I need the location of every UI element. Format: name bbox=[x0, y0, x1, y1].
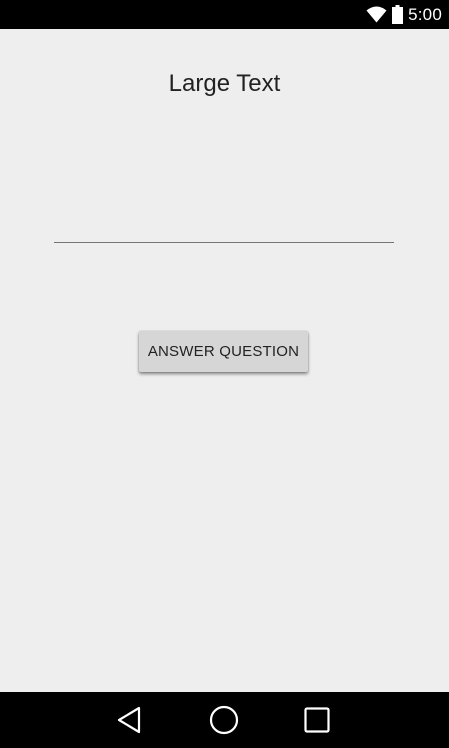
back-icon bbox=[116, 706, 142, 734]
app-content: Large Text ANSWER QUESTION bbox=[0, 29, 449, 692]
status-clock: 5:00 bbox=[408, 4, 442, 24]
battery-icon bbox=[392, 5, 404, 24]
answer-input[interactable] bbox=[54, 209, 394, 243]
recents-icon bbox=[304, 707, 330, 733]
page-title: Large Text bbox=[168, 70, 281, 97]
wifi-icon bbox=[366, 6, 387, 23]
home-button[interactable] bbox=[194, 692, 254, 748]
recents-button[interactable] bbox=[287, 692, 347, 748]
status-icons: 5:00 bbox=[366, 0, 442, 29]
back-button[interactable] bbox=[99, 692, 159, 748]
navigation-bar bbox=[0, 692, 449, 748]
answer-question-button[interactable]: ANSWER QUESTION bbox=[139, 331, 308, 372]
status-bar: 5:00 bbox=[0, 0, 449, 29]
home-icon bbox=[209, 705, 239, 735]
